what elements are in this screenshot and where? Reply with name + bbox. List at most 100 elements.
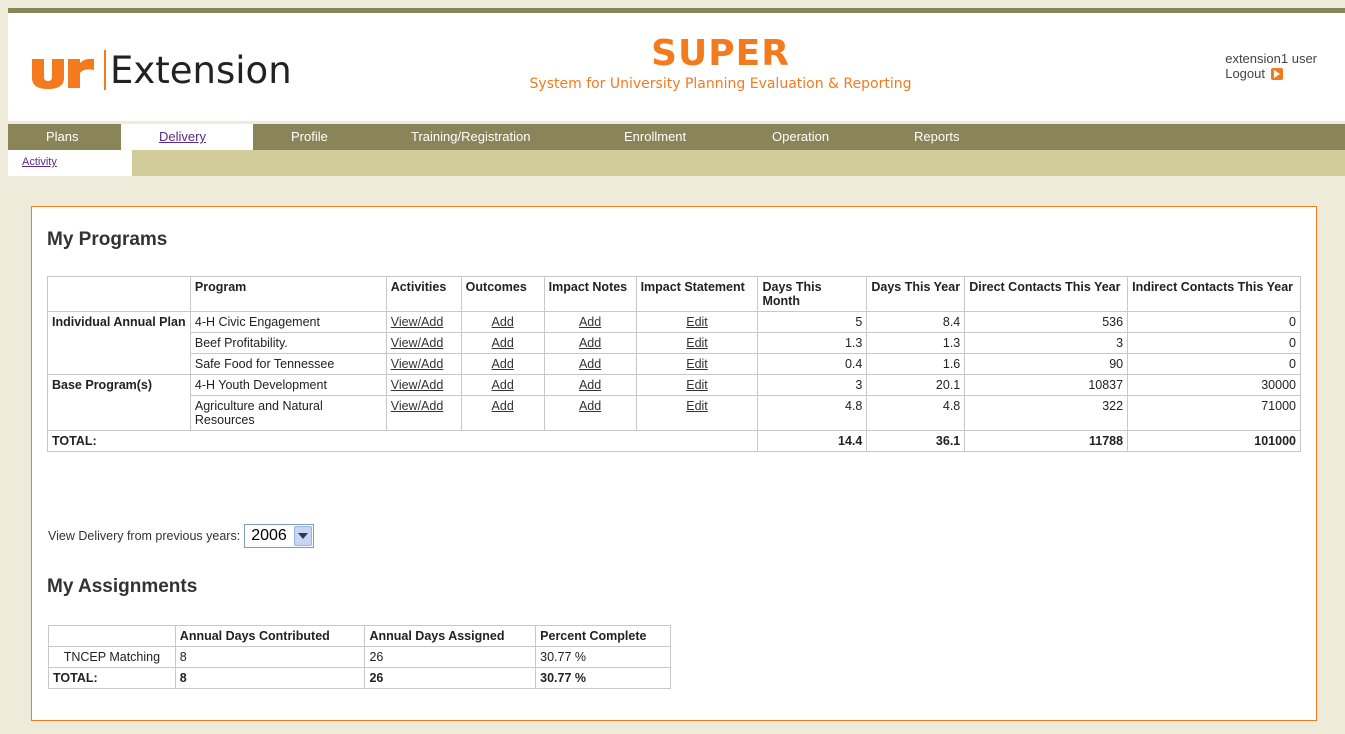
view-add-activities-link[interactable]: View/Add bbox=[391, 357, 444, 371]
contributed-cell: 8 bbox=[174, 646, 366, 668]
ut-logo-icon bbox=[30, 51, 100, 89]
total-days-month: 14.4 bbox=[757, 430, 868, 452]
ut-extension-logo[interactable]: Extension bbox=[30, 47, 292, 93]
program-name: Agriculture and Natural Resources bbox=[189, 395, 387, 431]
logout-arrow-icon bbox=[1270, 67, 1283, 80]
year-select[interactable]: 2006 bbox=[244, 524, 314, 548]
days-month-cell: 5 bbox=[757, 311, 868, 333]
table-row: Agriculture and Natural Resources View/A… bbox=[48, 395, 1301, 431]
subnav-activity[interactable]: Activity bbox=[8, 150, 132, 176]
nav-reports[interactable]: Reports bbox=[914, 124, 960, 150]
header-impact-statement: Impact Statement bbox=[635, 276, 759, 312]
view-add-activities-link[interactable]: View/Add bbox=[391, 315, 444, 329]
add-outcomes-link[interactable]: Add bbox=[492, 399, 514, 413]
total-label: TOTAL: bbox=[46, 430, 759, 452]
nav-operation[interactable]: Operation bbox=[772, 124, 829, 150]
logo-text: Extension bbox=[110, 48, 292, 92]
nav-enrollment[interactable]: Enrollment bbox=[624, 124, 686, 150]
nav-profile[interactable]: Profile bbox=[291, 124, 328, 150]
view-add-activities-link[interactable]: View/Add bbox=[391, 378, 444, 392]
nav-plans[interactable]: Plans bbox=[46, 124, 79, 150]
percent-cell: 30.77 % bbox=[535, 646, 671, 668]
total-contributed: 8 bbox=[174, 667, 366, 689]
programs-table: Program Activities Outcomes Impact Notes… bbox=[46, 276, 1301, 452]
add-impact-notes-link[interactable]: Add bbox=[579, 315, 601, 329]
days-month-cell: 1.3 bbox=[757, 332, 868, 354]
header-blank bbox=[48, 625, 176, 647]
indirect-contacts-cell: 0 bbox=[1127, 332, 1301, 354]
previous-years-label: View Delivery from previous years: bbox=[48, 529, 241, 543]
program-name: Beef Profitability. bbox=[189, 332, 387, 354]
program-name: 4-H Youth Development bbox=[189, 374, 387, 396]
main-nav: Plans Delivery Profile Training/Registra… bbox=[8, 124, 1345, 150]
table-row: TNCEP Matching 8 26 30.77 % bbox=[48, 646, 671, 668]
edit-impact-statement-link[interactable]: Edit bbox=[686, 378, 708, 392]
days-month-cell: 3 bbox=[757, 374, 868, 396]
programs-header-row: Program Activities Outcomes Impact Notes… bbox=[47, 276, 1301, 312]
logout-link[interactable]: Logout bbox=[1225, 66, 1317, 81]
chevron-down-icon[interactable] bbox=[293, 526, 312, 546]
view-add-activities-link[interactable]: View/Add bbox=[391, 399, 444, 413]
assignments-total-row: TOTAL: 8 26 30.77 % bbox=[48, 667, 671, 689]
direct-contacts-cell: 10837 bbox=[964, 374, 1129, 396]
header-activities: Activities bbox=[385, 276, 462, 312]
header-percent-complete: Percent Complete bbox=[535, 625, 671, 647]
days-month-cell: 4.8 bbox=[757, 395, 868, 431]
table-row: Individual Annual Plan 4-H Civic Engagem… bbox=[47, 311, 1301, 375]
days-year-cell: 1.3 bbox=[866, 332, 966, 354]
direct-contacts-cell: 322 bbox=[964, 395, 1129, 431]
table-row: Safe Food for Tennessee View/Add Add Add… bbox=[48, 353, 1301, 375]
indirect-contacts-cell: 0 bbox=[1127, 311, 1301, 333]
my-assignments-title: My Assignments bbox=[47, 576, 198, 597]
days-year-cell: 4.8 bbox=[866, 395, 966, 431]
header-outcomes: Outcomes bbox=[460, 276, 545, 312]
header-impact-notes: Impact Notes bbox=[543, 276, 637, 312]
group-base-programs: Base Program(s) bbox=[47, 374, 191, 431]
page-header: Extension SUPER System for University Pl… bbox=[8, 13, 1345, 121]
add-impact-notes-link[interactable]: Add bbox=[579, 357, 601, 371]
direct-contacts-cell: 536 bbox=[964, 311, 1129, 333]
assignments-table: Annual Days Contributed Annual Days Assi… bbox=[48, 625, 671, 689]
total-percent: 30.77 % bbox=[535, 667, 671, 689]
header-annual-days-contributed: Annual Days Contributed bbox=[174, 625, 366, 647]
add-impact-notes-link[interactable]: Add bbox=[579, 336, 601, 350]
total-indirect-contacts: 101000 bbox=[1127, 430, 1301, 452]
header-days-month: Days This Month bbox=[757, 276, 868, 312]
logout-label: Logout bbox=[1225, 66, 1265, 81]
programs-total-row: TOTAL: 14.4 36.1 11788 101000 bbox=[46, 430, 1301, 452]
assignment-name: TNCEP Matching bbox=[48, 646, 176, 668]
add-impact-notes-link[interactable]: Add bbox=[579, 378, 601, 392]
nav-delivery[interactable]: Delivery bbox=[121, 124, 253, 150]
edit-impact-statement-link[interactable]: Edit bbox=[686, 336, 708, 350]
user-name: extension1 user bbox=[1225, 51, 1317, 66]
add-outcomes-link[interactable]: Add bbox=[492, 315, 514, 329]
edit-impact-statement-link[interactable]: Edit bbox=[686, 315, 708, 329]
program-name: 4-H Civic Engagement bbox=[189, 311, 387, 333]
sub-nav: Activity bbox=[8, 150, 1345, 176]
add-impact-notes-link[interactable]: Add bbox=[579, 399, 601, 413]
total-assigned: 26 bbox=[364, 667, 537, 689]
total-direct-contacts: 11788 bbox=[964, 430, 1129, 452]
edit-impact-statement-link[interactable]: Edit bbox=[686, 399, 708, 413]
header-direct-contacts: Direct Contacts This Year bbox=[964, 276, 1129, 312]
add-outcomes-link[interactable]: Add bbox=[492, 336, 514, 350]
edit-impact-statement-link[interactable]: Edit bbox=[686, 357, 708, 371]
year-select-value: 2006 bbox=[251, 527, 287, 544]
view-add-activities-link[interactable]: View/Add bbox=[391, 336, 444, 350]
add-outcomes-link[interactable]: Add bbox=[492, 357, 514, 371]
header-program: Program bbox=[189, 276, 387, 312]
assignments-header-row: Annual Days Contributed Annual Days Assi… bbox=[48, 625, 671, 647]
days-year-cell: 8.4 bbox=[866, 311, 966, 333]
days-month-cell: 0.4 bbox=[757, 353, 868, 375]
add-outcomes-link[interactable]: Add bbox=[492, 378, 514, 392]
table-row: Base Program(s) 4-H Youth Development Vi… bbox=[47, 374, 1301, 431]
assigned-cell: 26 bbox=[364, 646, 537, 668]
nav-training-registration[interactable]: Training/Registration bbox=[411, 124, 530, 150]
direct-contacts-cell: 3 bbox=[964, 332, 1129, 354]
header-blank bbox=[47, 276, 191, 312]
group-individual-annual-plan: Individual Annual Plan bbox=[47, 311, 191, 375]
previous-years-row: View Delivery from previous years: 2006 bbox=[48, 524, 314, 548]
header-days-year: Days This Year bbox=[866, 276, 966, 312]
direct-contacts-cell: 90 bbox=[964, 353, 1129, 375]
logo-separator bbox=[104, 50, 106, 90]
